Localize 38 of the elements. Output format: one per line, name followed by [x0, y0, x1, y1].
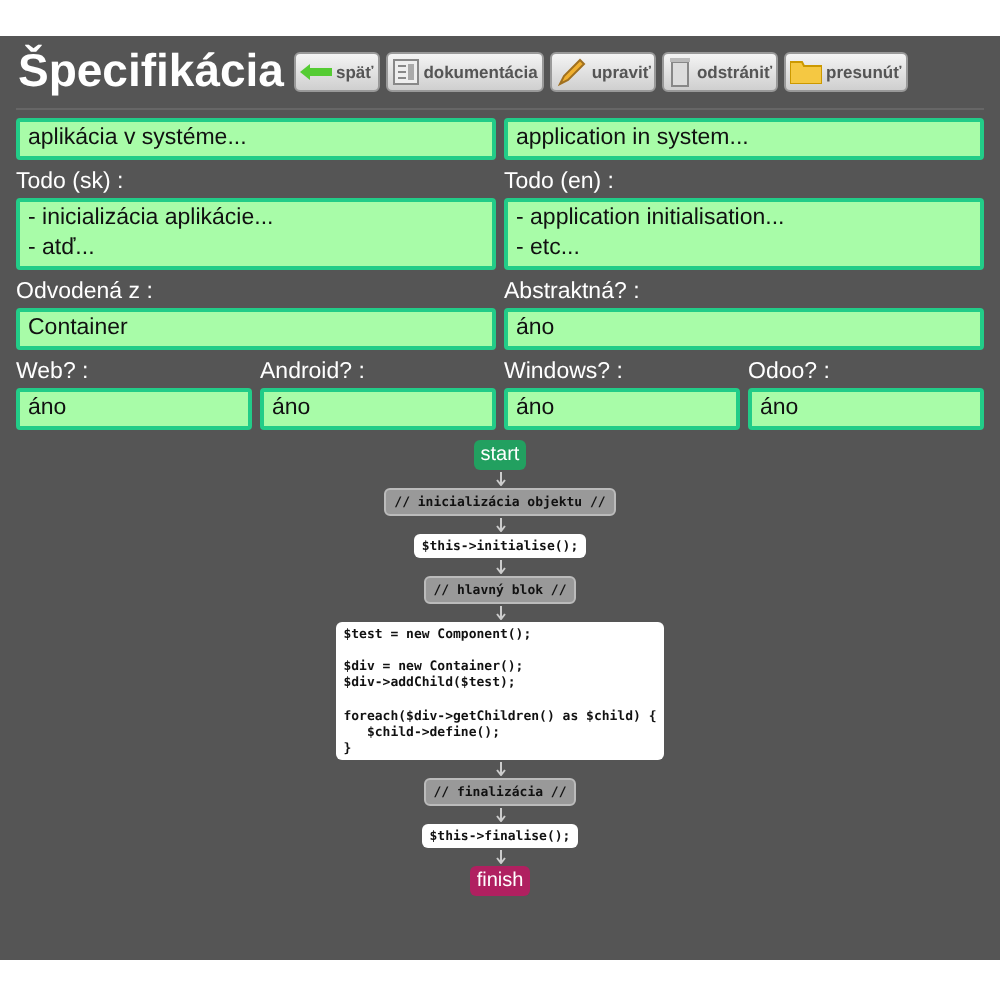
arrow-down-icon	[495, 762, 505, 777]
start-node: start	[474, 439, 526, 470]
arrow-down-icon	[495, 559, 505, 574]
arrow-down-icon	[495, 471, 505, 486]
arrow-down-icon	[495, 517, 505, 532]
field-label: Odoo? :	[748, 359, 832, 384]
arrow-down-icon	[495, 850, 505, 865]
field-label: Odvodená z :	[16, 279, 155, 304]
field-value: áno	[260, 387, 496, 430]
arrow-down-icon	[495, 606, 505, 621]
finish-node: finish	[470, 866, 530, 897]
arrow-left-icon	[299, 63, 332, 79]
field-value: aplikácia v systéme...	[16, 118, 496, 160]
trash-icon	[668, 55, 693, 87]
field-value: Container	[16, 307, 496, 350]
toolbar-button[interactable]: upraviť	[549, 51, 657, 91]
toolbar-button[interactable]: späť	[293, 51, 380, 91]
field-value: áno	[748, 387, 984, 430]
field-label: Todo (sk) :	[16, 169, 126, 194]
toolbar-button[interactable]: odstrániť	[662, 51, 779, 91]
field-value: - inicializácia aplikácie... - atď...	[16, 197, 496, 270]
field-label: Todo (en) :	[504, 169, 616, 194]
field-value: - application initialisation... - etc...	[504, 197, 984, 270]
pencil-icon	[555, 55, 588, 87]
field-label: Android? :	[260, 359, 367, 384]
field-label: Windows? :	[504, 359, 625, 384]
toolbar-button[interactable]: dokumentácia	[385, 51, 544, 91]
arrow-down-icon	[495, 808, 505, 823]
page-title: Špecifikácia	[18, 44, 284, 98]
field-label: Abstraktná? :	[504, 279, 642, 304]
field-label: Web? :	[16, 359, 91, 384]
field-value: áno	[504, 387, 740, 430]
field-value: áno	[504, 307, 984, 350]
field-value: application in system...	[504, 118, 984, 160]
toolbar-button[interactable]: presunúť	[784, 51, 908, 91]
folder-icon	[790, 59, 823, 83]
field-value: áno	[16, 387, 252, 430]
document-icon	[391, 57, 420, 85]
